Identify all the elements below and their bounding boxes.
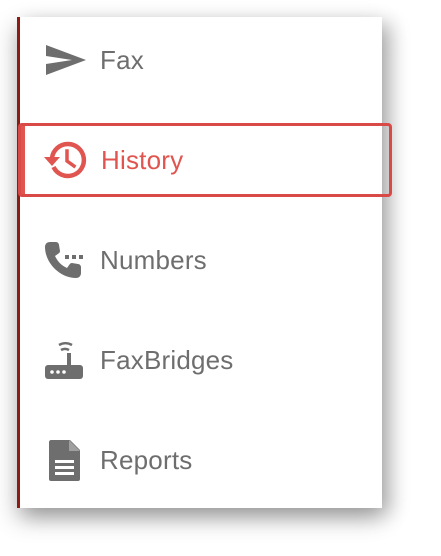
sidebar-item-label: FaxBridges xyxy=(100,344,234,375)
router-icon xyxy=(42,337,88,383)
sidebar-item-label: Numbers xyxy=(100,244,207,275)
sidebar-item-history[interactable]: History xyxy=(18,123,392,197)
sidebar-item-label: Reports xyxy=(100,444,193,475)
send-icon xyxy=(42,37,88,83)
phone-dialpad-icon xyxy=(42,237,88,283)
active-indicator xyxy=(21,126,25,194)
sidebar-item-label: Fax xyxy=(100,44,144,75)
history-icon xyxy=(43,137,89,183)
sidebar-item-reports[interactable]: Reports xyxy=(20,424,392,496)
sidebar-item-fax[interactable]: Fax xyxy=(20,24,392,96)
document-icon xyxy=(42,437,88,483)
sidebar-item-numbers[interactable]: Numbers xyxy=(20,224,392,296)
sidebar-nav: Fax History Numbers FaxBridges Reports xyxy=(17,17,392,508)
sidebar-item-label: History xyxy=(101,144,184,175)
sidebar-item-faxbridges[interactable]: FaxBridges xyxy=(20,324,392,396)
